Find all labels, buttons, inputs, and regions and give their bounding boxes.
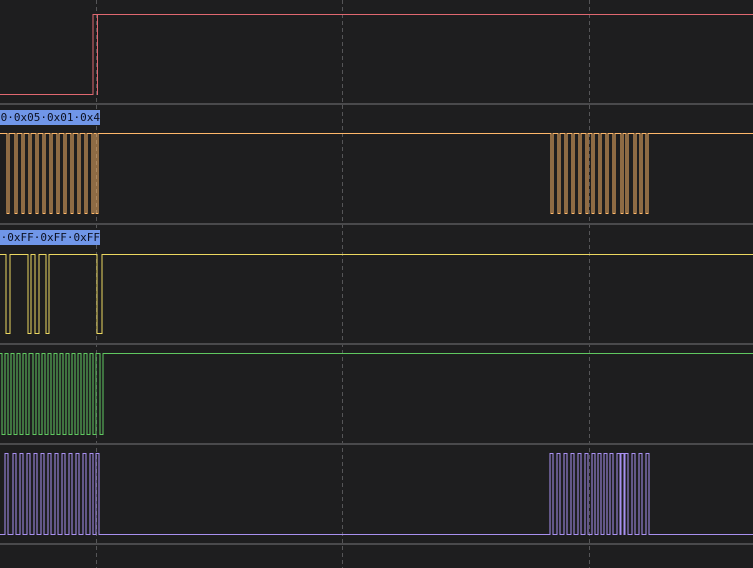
channel-0-waveform (0, 14, 753, 95)
channel-1-waveform (0, 133, 753, 214)
waveform-canvas[interactable] (0, 0, 753, 568)
channel-1-decode-label[interactable]: 0x00·0x05·0x01·0x4 (0, 110, 100, 125)
logic-analyzer-waveform-view[interactable]: 0x00·0x05·0x01·0x4 0x00·0xFF·0xFF·0xFF (0, 0, 753, 568)
channel-3-waveform (0, 353, 753, 435)
row-separator-1 (0, 223, 753, 225)
row-separator-2 (0, 343, 753, 345)
channel-2-waveform (0, 254, 753, 334)
row-separator-4 (0, 543, 753, 545)
row-separator-0 (0, 103, 753, 105)
row-separator-3 (0, 443, 753, 445)
channel-4-waveform (0, 453, 753, 535)
channel-2-decode-label[interactable]: 0x00·0xFF·0xFF·0xFF (0, 230, 100, 245)
